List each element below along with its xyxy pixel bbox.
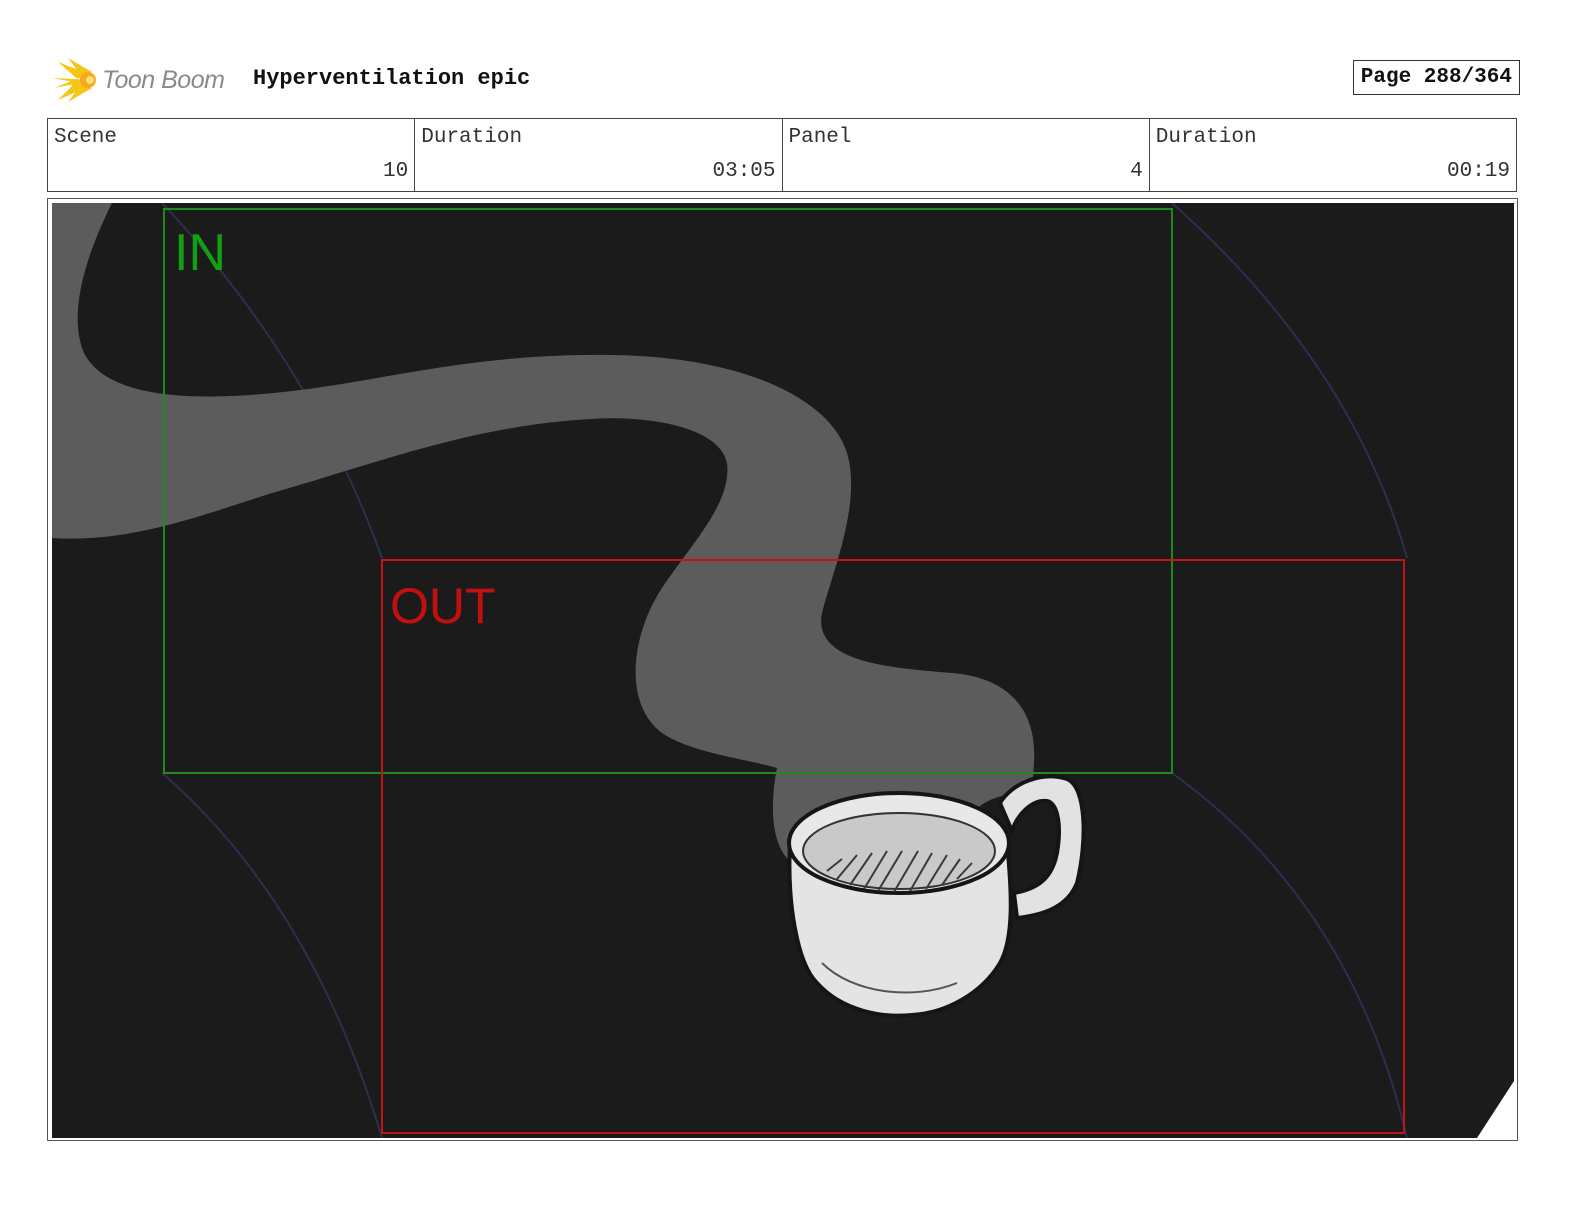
in-label: IN	[174, 224, 226, 282]
panel-duration-cell: Duration 00:19	[1150, 119, 1516, 191]
cup-inner	[802, 812, 996, 890]
scene-duration-value: 03:05	[712, 160, 776, 183]
starburst-icon	[52, 58, 96, 102]
panel-artwork: IN OUT	[52, 203, 1514, 1138]
toon-boom-logo: Toon Boom	[50, 56, 225, 104]
storyboard-panel-frame: IN OUT	[47, 198, 1518, 1141]
scene-label: Scene	[54, 126, 118, 149]
page-number: Page 288/364	[1352, 60, 1520, 95]
panel-value: 4	[1130, 160, 1143, 183]
scene-duration-cell: Duration 03:05	[415, 119, 783, 191]
panel-label: Panel	[788, 126, 852, 149]
scene-duration-label: Duration	[421, 126, 523, 149]
scene-cell: Scene 10	[48, 119, 416, 191]
panel-duration-value: 00:19	[1446, 160, 1510, 183]
out-label: OUT	[390, 578, 496, 634]
page-header: Toon Boom Hyperventilation epic Page 288…	[50, 56, 1520, 104]
panel-info-table: Scene 10 Duration 03:05 Panel 4 Duration…	[47, 118, 1517, 192]
scene-value: 10	[383, 160, 409, 183]
panel-duration-label: Duration	[1155, 126, 1257, 149]
panel-cell: Panel 4	[783, 119, 1150, 191]
logo-text: Toon Boom	[102, 65, 225, 94]
project-title: Hyperventilation epic	[253, 66, 531, 91]
